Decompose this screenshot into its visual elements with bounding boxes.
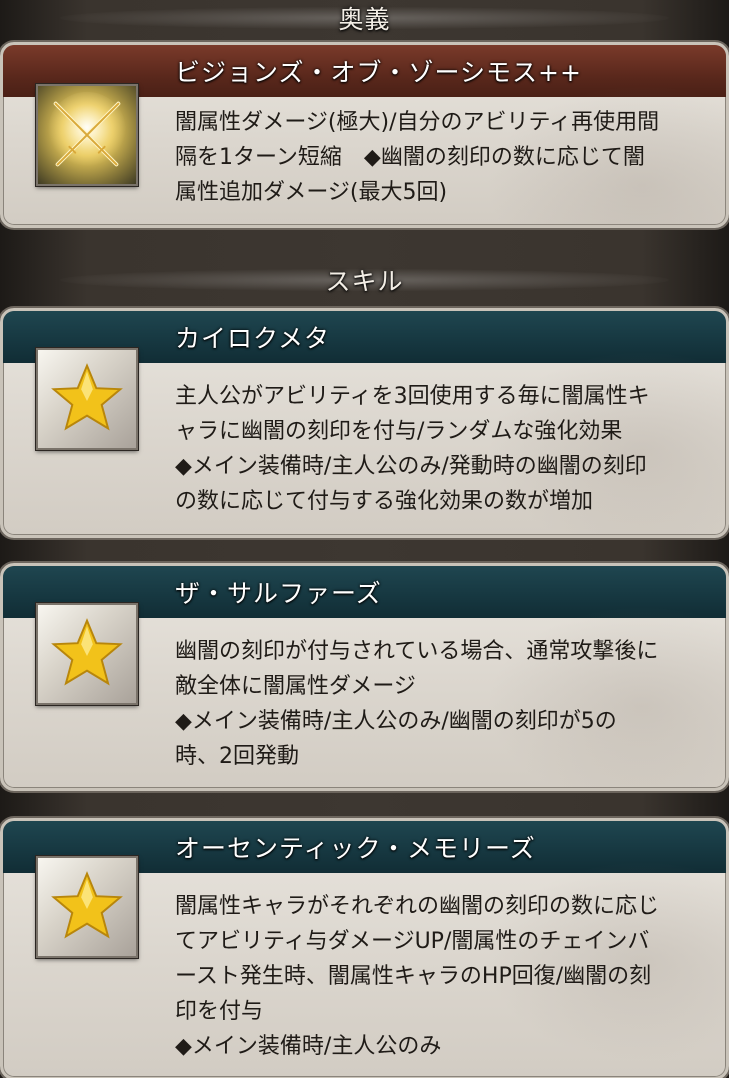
skill-desc-line: ◆メイン装備時/主人公のみ/幽闇の刻印が5の [175,709,617,734]
skill-desc-line: ャラに幽闇の刻印を付与/ランダムな強化効果 [175,419,623,444]
ougi-name: ビジョンズ・オブ・ゾーシモス++ [175,58,582,87]
skill-desc-line: 敵全体に闇属性ダメージ [175,674,416,699]
skill-name: ザ・サルファーズ [175,579,382,608]
weapon-detail-page: 奥義 ビジョンズ・オブ・ゾーシモス++ 闇属性ダメージ(極大)/自分のアビリティ… [0,0,729,1078]
skill-desc-line: 印を付与 [175,999,264,1024]
ougi-desc-line: 隔を1ターン短縮 ◆幽闇の刻印の数に応じて闇 [175,145,645,170]
star-icon [36,603,138,705]
ougi-section-header: 奥義 [0,0,729,36]
skill-name: オーセンティック・メモリーズ [175,834,536,863]
skill-name: カイロクメタ [175,324,331,353]
skill-desc-line: てアビリティ与ダメージUP/闇属性のチェインバ [175,929,650,954]
skill-desc-line: の数に応じて付与する強化効果の数が増加 [175,489,594,514]
skill-desc-line: 主人公がアビリティを3回使用する毎に闇属性キ [175,384,650,409]
ougi-desc-line: 闇属性ダメージ(極大)/自分のアビリティ再使用間 [175,110,660,135]
skill-desc-line: ◆メイン装備時/主人公のみ [175,1034,442,1059]
skill-section-header: スキル [0,262,729,298]
skill-section-title: スキル [325,267,404,296]
ougi-section-title: 奥義 [338,5,391,34]
crossed-swords-icon [36,84,138,186]
skill-desc-line: ◆メイン装備時/主人公のみ/発動時の幽闇の刻印 [175,454,647,479]
skill-desc-line: 幽闇の刻印が付与されている場合、通常攻撃後に [175,639,659,664]
star-icon [36,348,138,450]
skill-desc-line: 闇属性キャラがそれぞれの幽闇の刻印の数に応じ [175,894,660,919]
skill-desc-line: 時、2回発動 [175,744,299,769]
star-icon [36,856,138,958]
ougi-desc-line: 属性追加ダメージ(最大5回) [175,180,448,205]
skill-desc-line: ースト発生時、闇属性キャラのHP回復/幽闇の刻 [175,964,652,989]
